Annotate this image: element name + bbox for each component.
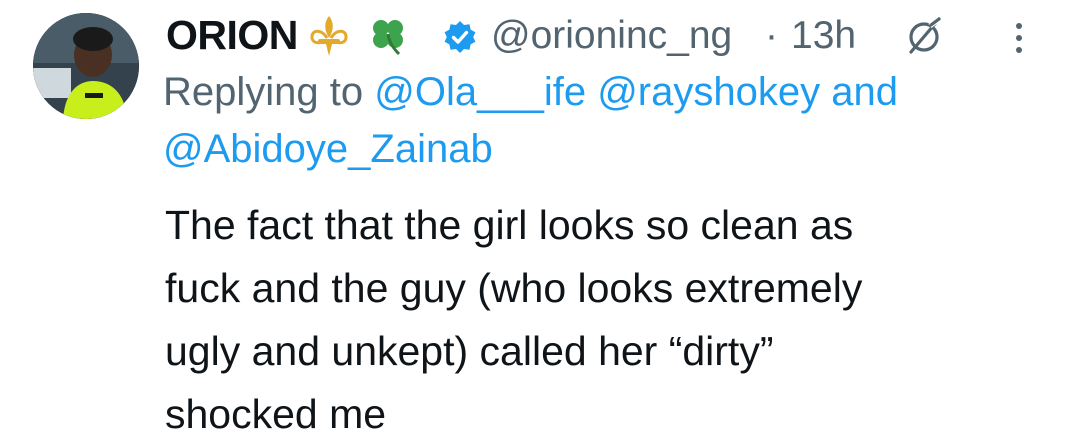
mention-link[interactable]: @Abidoye_Zainab <box>163 127 493 171</box>
verified-badge-icon[interactable] <box>443 20 477 54</box>
four-leaf-clover-icon <box>373 20 403 56</box>
avatar-image <box>33 13 139 119</box>
mention-conjunction[interactable]: and <box>831 70 898 114</box>
tweet-header: ORION @orioninc_ng · 13h <box>163 10 1063 60</box>
avatar[interactable] <box>33 13 139 119</box>
replying-to: Replying to @Ola___ife @rayshokey and @Ab… <box>163 64 1023 178</box>
mention-link[interactable]: @Ola___ife <box>374 70 586 114</box>
author-display-name[interactable]: ORION <box>166 12 298 59</box>
more-options-icon[interactable] <box>1009 18 1029 58</box>
mention-link[interactable]: @rayshokey <box>597 70 820 114</box>
replying-to-label: Replying to <box>163 70 375 114</box>
tweet-text: The fact that the girl looks so clean as… <box>165 202 863 437</box>
separator-dot: · <box>765 14 778 57</box>
timestamp[interactable]: 13h <box>791 14 856 58</box>
author-handle[interactable]: @orioninc_ng <box>491 14 732 58</box>
grok-icon[interactable] <box>905 16 945 56</box>
fleur-de-lis-icon <box>310 16 348 56</box>
